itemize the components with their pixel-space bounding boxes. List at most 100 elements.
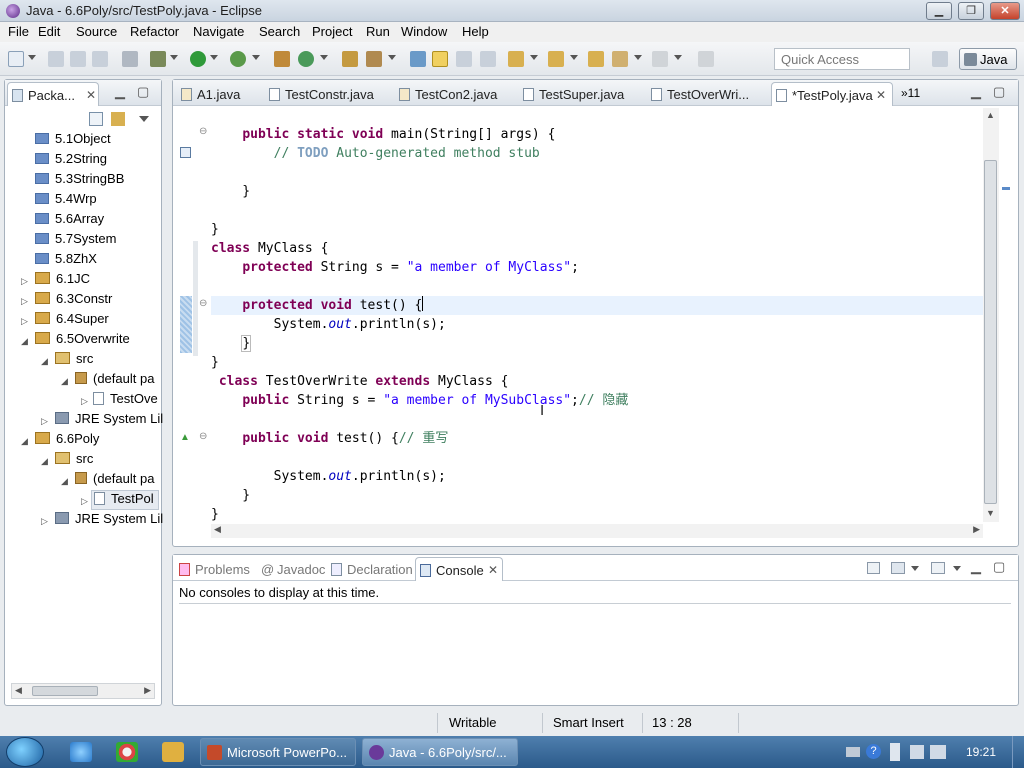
editor-tab[interactable]: TestCon2.java: [395, 82, 497, 106]
start-button-icon[interactable]: [6, 737, 44, 767]
scrollbar-thumb[interactable]: [32, 686, 98, 696]
tree-item[interactable]: (default pa: [75, 371, 154, 391]
show-hidden-icons-icon[interactable]: [890, 743, 900, 761]
pin-editor-icon[interactable]: [698, 51, 714, 67]
network-icon[interactable]: [910, 745, 924, 759]
editor-tab-active[interactable]: *TestPoly.java ✕: [771, 82, 893, 106]
menu-file[interactable]: File: [8, 24, 29, 39]
menu-source[interactable]: Source: [76, 24, 117, 39]
help-icon[interactable]: ?: [866, 744, 881, 759]
package-explorer-tab[interactable]: Packa... ✕: [7, 82, 99, 106]
tree-item[interactable]: 5.8ZhX: [35, 251, 97, 271]
new-java-project-icon[interactable]: [274, 51, 290, 67]
file-explorer-icon[interactable]: [162, 742, 184, 762]
show-desktop-button[interactable]: [1012, 736, 1024, 768]
tree-item[interactable]: 6.1JC: [35, 271, 90, 291]
collapse-arrow-icon[interactable]: ◢: [61, 476, 68, 487]
expand-arrow-icon[interactable]: ▷: [41, 416, 48, 427]
next-annotation-icon[interactable]: [508, 51, 524, 67]
close-tab-icon[interactable]: ✕: [86, 88, 96, 102]
pin-console-icon[interactable]: [867, 562, 880, 574]
vertical-scrollbar[interactable]: ▲ ▼: [983, 108, 999, 522]
tree-item[interactable]: 5.7System: [35, 231, 116, 251]
show-whitespace-icon[interactable]: [480, 51, 496, 67]
collapse-arrow-icon[interactable]: ◢: [21, 436, 28, 447]
tab-problems[interactable]: Problems: [175, 557, 250, 581]
maximize-button[interactable]: ❐: [958, 2, 984, 20]
expand-arrow-icon[interactable]: ▷: [21, 296, 28, 307]
horizontal-scrollbar[interactable]: ◀ ▶: [11, 683, 155, 699]
collapse-arrow-icon[interactable]: ◢: [41, 456, 48, 467]
collapse-arrow-icon[interactable]: ◢: [21, 336, 28, 347]
tree-item[interactable]: 5.1Object: [35, 131, 111, 151]
keyboard-icon[interactable]: [846, 747, 860, 757]
tab-console[interactable]: Console ✕: [415, 557, 503, 581]
collapse-arrow-icon[interactable]: ◢: [41, 356, 48, 367]
menu-run[interactable]: Run: [366, 24, 390, 39]
scrollbar-thumb[interactable]: [984, 160, 997, 504]
display-console-icon[interactable]: [891, 562, 905, 574]
back-icon[interactable]: [612, 51, 628, 67]
tree-item[interactable]: src: [55, 451, 93, 471]
previous-annotation-icon[interactable]: [548, 51, 564, 67]
maximize-view-icon[interactable]: ▢: [993, 559, 1005, 575]
skip-breakpoints-icon[interactable]: [122, 51, 138, 67]
menu-refactor[interactable]: Refactor: [130, 24, 179, 39]
fold-collapse-icon[interactable]: ⊖: [199, 431, 207, 442]
annotation-icon[interactable]: [410, 51, 426, 67]
view-menu-icon[interactable]: [139, 116, 149, 122]
expand-arrow-icon[interactable]: ▷: [81, 496, 88, 507]
tab-javadoc[interactable]: @ Javadoc: [257, 557, 325, 581]
taskbar-task-eclipse[interactable]: Java - 6.6Poly/src/...: [362, 738, 518, 766]
menu-window[interactable]: Window: [401, 24, 447, 39]
run-icon[interactable]: [190, 51, 206, 67]
save-all-icon[interactable]: [70, 51, 86, 67]
maximize-view-icon[interactable]: ▢: [993, 84, 1005, 100]
maximize-view-icon[interactable]: ▢: [137, 84, 149, 100]
menu-help[interactable]: Help: [462, 24, 489, 39]
debug-icon[interactable]: [150, 51, 166, 67]
editor-tab[interactable]: TestOverWri...: [647, 82, 749, 106]
close-button[interactable]: ✕: [990, 2, 1020, 20]
collapse-arrow-icon[interactable]: ◢: [61, 376, 68, 387]
open-perspective-icon[interactable]: [932, 51, 948, 67]
minimize-button[interactable]: ▁: [926, 2, 952, 20]
open-type-icon[interactable]: [342, 51, 358, 67]
java-perspective-button[interactable]: Java: [959, 48, 1017, 70]
new-icon[interactable]: [8, 51, 24, 67]
open-console-dropdown-icon[interactable]: [953, 566, 961, 571]
chrome-icon[interactable]: [116, 742, 138, 762]
tree-item[interactable]: 6.4Super: [35, 311, 109, 331]
expand-arrow-icon[interactable]: ▷: [41, 516, 48, 527]
tree-item[interactable]: src: [55, 351, 93, 371]
tree-item[interactable]: 6.6Poly: [35, 431, 99, 451]
menu-edit[interactable]: Edit: [38, 24, 60, 39]
editor-tab[interactable]: A1.java: [177, 82, 240, 106]
editor-tab[interactable]: TestSuper.java: [519, 82, 624, 106]
tree-item[interactable]: TestOve: [93, 391, 158, 411]
menu-search[interactable]: Search: [259, 24, 300, 39]
tab-declaration[interactable]: Declaration: [327, 557, 413, 581]
tab-overflow-button[interactable]: »11: [901, 86, 920, 100]
expand-arrow-icon[interactable]: ▷: [21, 276, 28, 287]
editor-tab[interactable]: TestConstr.java: [265, 82, 374, 106]
mark-occurrences-icon[interactable]: [432, 51, 448, 67]
link-with-editor-icon[interactable]: [111, 112, 125, 126]
tree-item[interactable]: 5.3StringBB: [35, 171, 124, 191]
tree-item[interactable]: 6.3Constr: [35, 291, 112, 311]
expand-arrow-icon[interactable]: ▷: [81, 396, 88, 407]
expand-arrow-icon[interactable]: ▷: [21, 316, 28, 327]
menu-project[interactable]: Project: [312, 24, 352, 39]
collapse-all-icon[interactable]: [89, 112, 103, 126]
tree-item[interactable]: JRE System Lil: [55, 511, 163, 531]
tree-item[interactable]: 5.2String: [35, 151, 107, 171]
tree-item[interactable]: 5.4Wrp: [35, 191, 97, 211]
internet-explorer-icon[interactable]: [70, 742, 92, 762]
fold-collapse-icon[interactable]: ⊖: [199, 298, 207, 309]
minimize-view-icon[interactable]: ▁: [971, 559, 981, 575]
print-icon[interactable]: [92, 51, 108, 67]
close-tab-icon[interactable]: ✕: [488, 563, 498, 577]
minimize-view-icon[interactable]: ▁: [971, 84, 981, 100]
search-icon[interactable]: [366, 51, 382, 67]
display-console-dropdown-icon[interactable]: [911, 566, 919, 571]
